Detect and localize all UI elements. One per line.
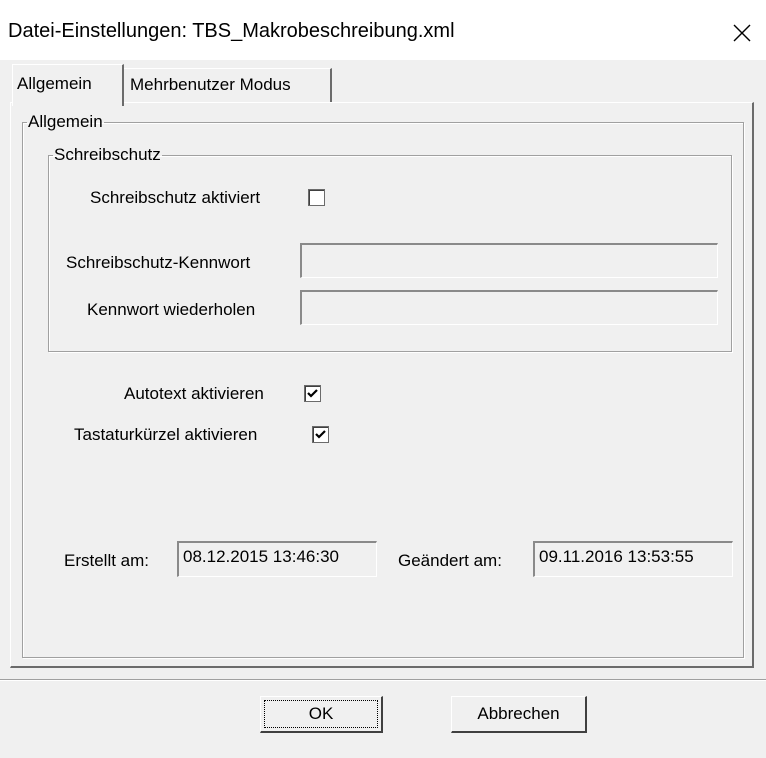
modified-label: Geändert am: <box>398 551 502 570</box>
password-field[interactable] <box>300 243 718 278</box>
shortcuts-label: Tastaturkürzel aktivieren <box>74 425 258 444</box>
modified-field: 09.11.2016 13:53:55 <box>533 541 733 577</box>
created-label: Erstellt am: <box>64 551 150 570</box>
write-protection-enabled-label: Schreibschutz aktiviert <box>90 188 261 207</box>
password-label: Schreibschutz-Kennwort <box>66 253 251 272</box>
write-protection-checkbox[interactable] <box>308 189 325 206</box>
checkmark-icon <box>307 389 318 398</box>
autotext-checkbox[interactable] <box>304 385 321 402</box>
repeat-password-field[interactable] <box>300 290 718 325</box>
repeat-password-label: Kennwort wiederholen <box>87 300 256 319</box>
created-field: 08.12.2015 13:46:30 <box>177 541 377 577</box>
shortcuts-checkbox[interactable] <box>312 426 329 443</box>
checkmark-icon <box>315 430 326 439</box>
autotext-label: Autotext aktivieren <box>124 384 264 403</box>
